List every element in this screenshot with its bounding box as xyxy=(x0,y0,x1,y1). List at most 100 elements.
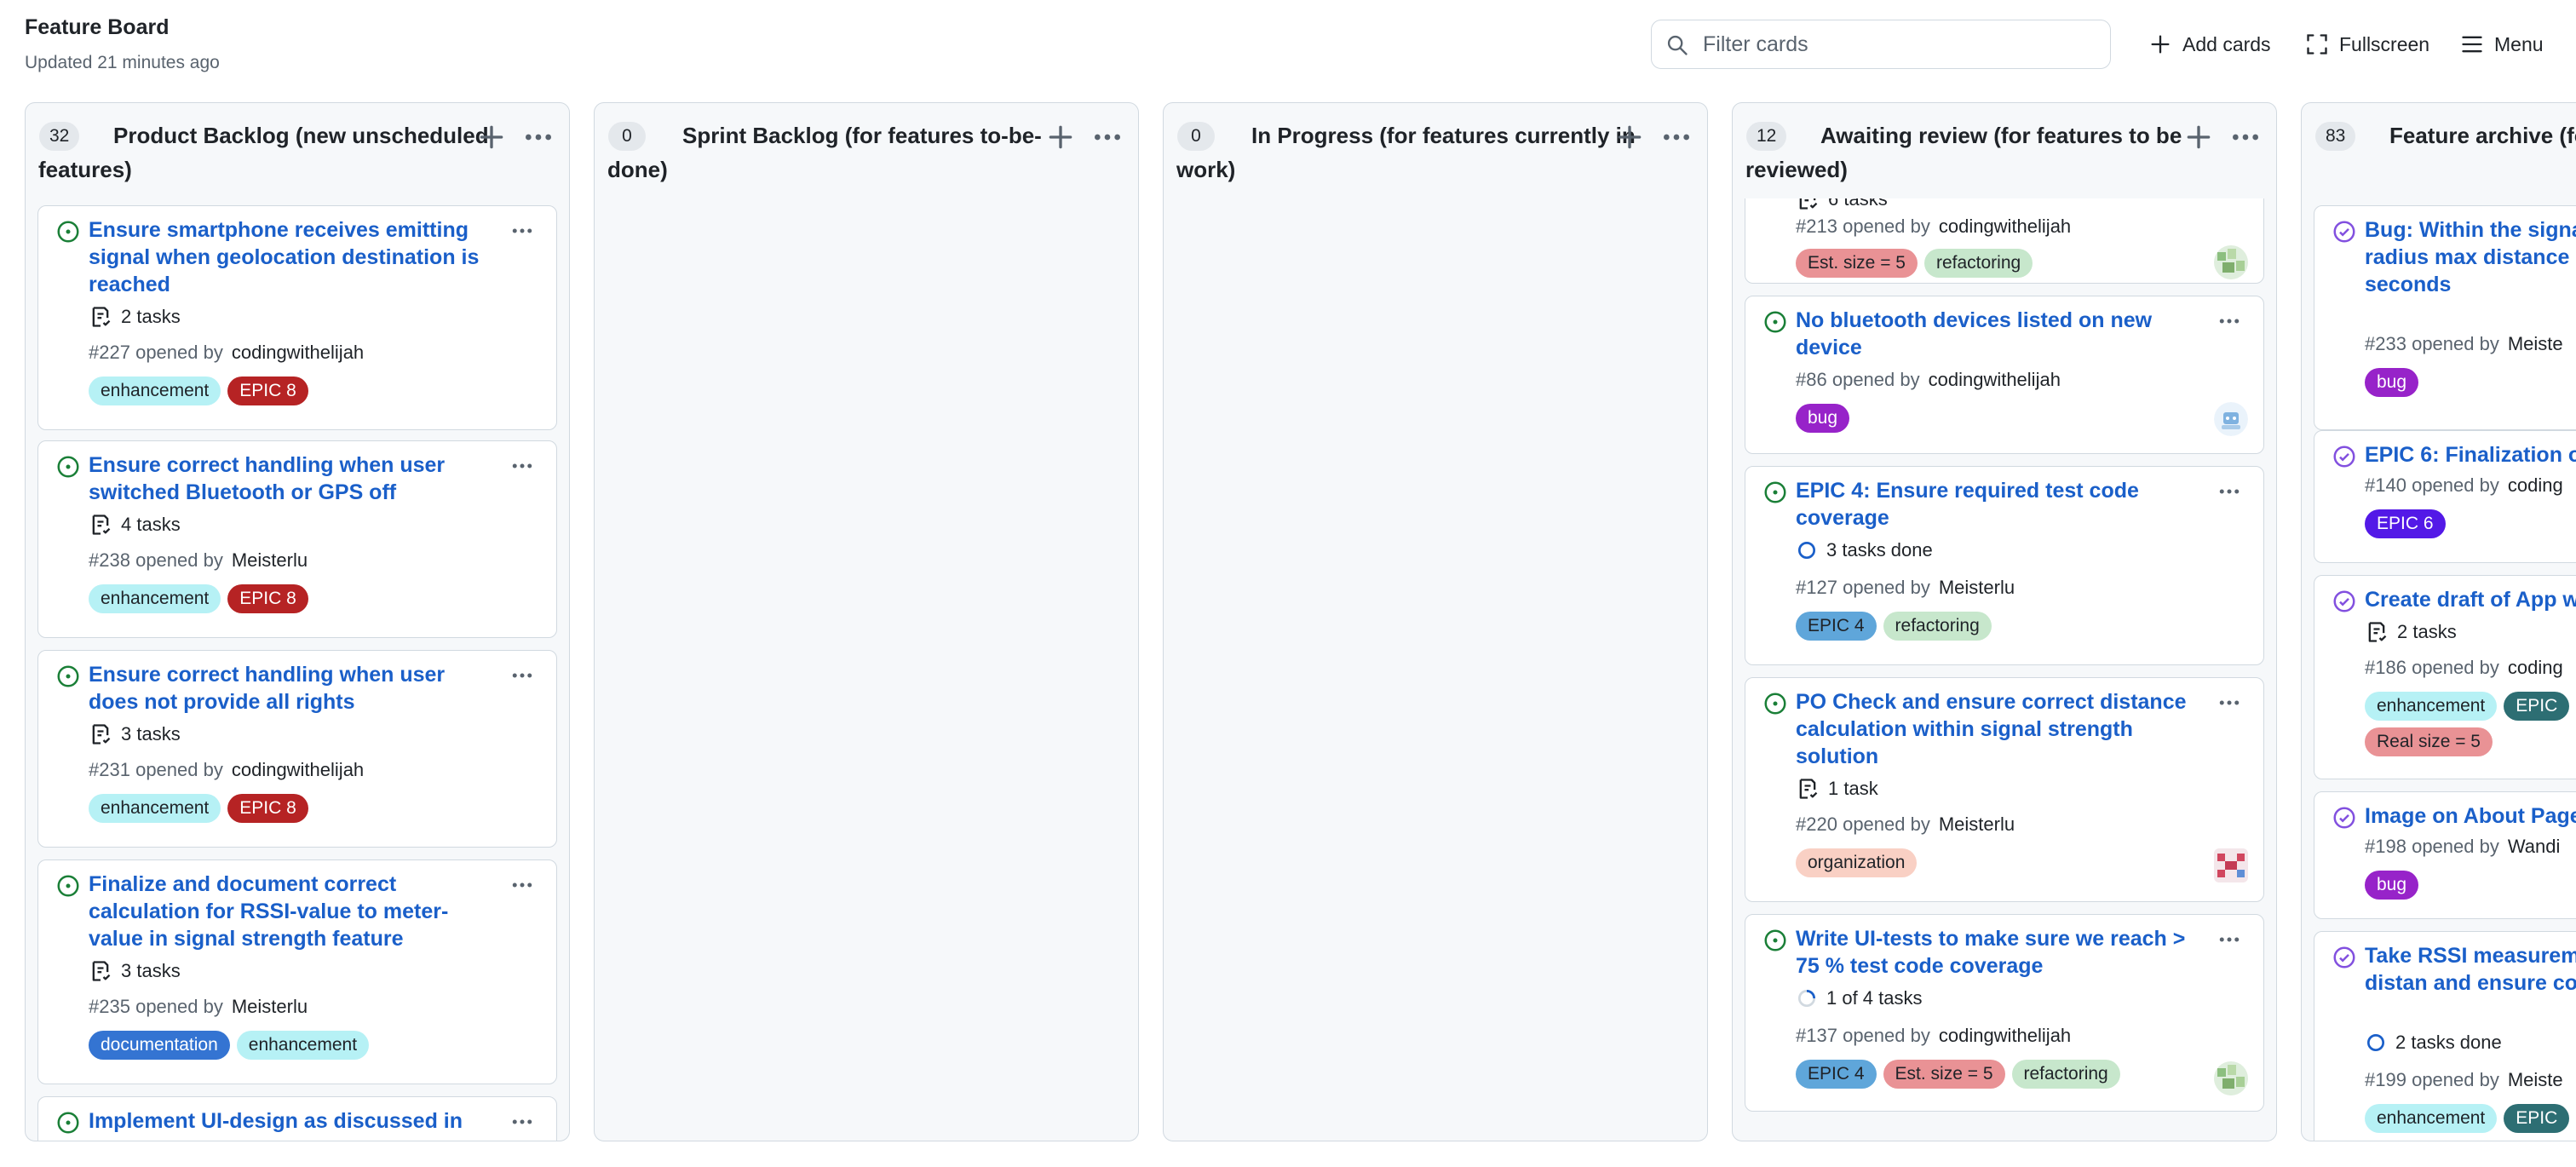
label-enhancement[interactable]: enhancement xyxy=(2365,692,2498,721)
issue-title-link[interactable]: Take RSSI measurem for calculating dista… xyxy=(2365,942,2576,997)
issue-number: #199 xyxy=(2365,1069,2406,1090)
issue-title-link[interactable]: Implement UI-design as discussed in xyxy=(89,1107,497,1135)
issue-title-link[interactable]: Ensure smartphone receives emitting sign… xyxy=(89,216,497,298)
column-add-icon[interactable] xyxy=(2182,120,2216,154)
column-sprint-backlog: 0 Sprint Backlog (for features to-be-don… xyxy=(594,102,1139,1141)
filter-cards-field[interactable] xyxy=(1651,20,2111,69)
label-epic-8[interactable]: EPIC 8 xyxy=(227,584,308,613)
issue-card[interactable]: EPIC 4: Ensure required test code covera… xyxy=(1745,466,2264,665)
issue-card[interactable]: PO Check and ensure correct distance cal… xyxy=(1745,677,2264,902)
column-add-icon[interactable] xyxy=(474,120,509,154)
issue-title-link[interactable]: Bug: Within the signal feature, circle r… xyxy=(2365,216,2576,298)
column-in-progress: 0 In Progress (for features currently in… xyxy=(1163,102,1708,1141)
column-card-list: Bug: Within the signal feature, circle r… xyxy=(2302,198,2576,1141)
label-refactoring[interactable]: refactoring xyxy=(1883,612,1992,641)
label-enhancement[interactable]: enhancement xyxy=(2365,1104,2498,1133)
issue-card[interactable]: Ensure smartphone receives emitting sign… xyxy=(37,205,557,430)
issue-title-link[interactable]: Ensure correct handling when user switch… xyxy=(89,451,497,506)
card-more-options-icon[interactable] xyxy=(2212,690,2246,716)
card-more-options-icon[interactable] xyxy=(2212,927,2246,952)
issue-meta: #137 opened by codingwithelijah xyxy=(1796,1022,2071,1049)
column-more-options-icon[interactable] xyxy=(1658,120,1695,154)
column-card-list xyxy=(1164,198,1707,1141)
label-epic-8[interactable]: EPIC 8 xyxy=(227,377,308,405)
assignee-avatar[interactable] xyxy=(2214,245,2248,279)
issue-card[interactable]: Take RSSI measurem for calculating dista… xyxy=(2314,931,2576,1141)
avatar-identicon xyxy=(2214,245,2248,279)
issue-card[interactable]: Write UI-tests to make sure we reach > 7… xyxy=(1745,914,2264,1112)
label-est-size-5[interactable]: Est. size = 5 xyxy=(1796,249,1918,278)
column-more-options-icon[interactable] xyxy=(1089,120,1126,154)
fullscreen-button[interactable]: Fullscreen xyxy=(2305,26,2429,63)
issue-title-link[interactable]: Image on About Page xyxy=(2365,802,2576,830)
label-bug[interactable]: bug xyxy=(2365,871,2419,900)
card-more-options-icon[interactable] xyxy=(505,218,539,244)
issue-title-link[interactable]: EPIC 6: Finalization o xyxy=(2365,441,2576,469)
card-more-options-icon[interactable] xyxy=(2212,308,2246,334)
menu-button[interactable]: Menu xyxy=(2460,26,2544,63)
label-epic[interactable]: EPIC xyxy=(2504,692,2570,721)
issue-card[interactable]: Create draft of App w 2 tasks #186 opene… xyxy=(2314,575,2576,779)
label-epic-4[interactable]: EPIC 4 xyxy=(1796,1060,1877,1089)
opened-by-text: opened by xyxy=(1843,577,1930,598)
issue-card[interactable]: Ensure correct handling when user switch… xyxy=(37,440,557,638)
card-more-options-icon[interactable] xyxy=(2212,479,2246,504)
issue-title-link[interactable]: PO Check and ensure correct distance cal… xyxy=(1796,688,2205,770)
label-enhancement[interactable]: enhancement xyxy=(89,377,221,405)
label-list: enhancement EPIC 8 xyxy=(89,584,308,613)
issue-closed-icon xyxy=(2333,221,2355,243)
issue-number: #238 xyxy=(89,549,130,571)
issue-card[interactable]: Ensure correct handling when user does n… xyxy=(37,650,557,848)
issue-title-link[interactable]: EPIC 4: Ensure required test code covera… xyxy=(1796,477,2205,532)
label-epic-4[interactable]: EPIC 4 xyxy=(1796,612,1877,641)
issue-title-link[interactable]: Write UI-tests to make sure we reach > 7… xyxy=(1796,925,2205,980)
opened-by-text: opened by xyxy=(1843,216,1930,237)
label-documentation[interactable]: documentation xyxy=(89,1031,230,1060)
issue-card[interactable]: Finalize and document correct calculatio… xyxy=(37,859,557,1084)
column-more-options-icon[interactable] xyxy=(2227,120,2264,154)
card-more-options-icon[interactable] xyxy=(505,453,539,479)
label-epic[interactable]: EPIC xyxy=(2504,1104,2570,1133)
assignee-avatar[interactable] xyxy=(2214,402,2248,436)
filter-cards-input[interactable] xyxy=(1703,20,2095,68)
label-bug[interactable]: bug xyxy=(2365,368,2419,397)
column-add-icon[interactable] xyxy=(1044,120,1078,154)
issue-number: #220 xyxy=(1796,813,1837,835)
column-title: Awaiting review (for features to be revi… xyxy=(1745,123,2182,182)
label-enhancement[interactable]: enhancement xyxy=(236,1031,370,1060)
issue-card[interactable]: Implement UI-design as discussed in xyxy=(37,1096,557,1141)
label-est-size-5[interactable]: Est. size = 5 xyxy=(1883,1060,2005,1089)
label-enhancement[interactable]: enhancement xyxy=(89,794,221,823)
card-more-options-icon[interactable] xyxy=(505,1109,539,1135)
label-organization[interactable]: organization xyxy=(1796,848,1918,877)
opened-by-text: opened by xyxy=(1831,369,1920,390)
issue-card[interactable]: Image on About Page #198 opened by Wandi… xyxy=(2314,791,2576,919)
issue-card[interactable]: EPIC 6: Finalization o #140 opened by co… xyxy=(2314,430,2576,563)
assignee-avatar[interactable] xyxy=(2214,848,2248,882)
assignee-avatar[interactable] xyxy=(2214,1061,2248,1095)
label-refactoring[interactable]: refactoring xyxy=(1923,249,2033,278)
issue-title-link[interactable]: Ensure correct handling when user does n… xyxy=(89,661,497,716)
label-real-size-5[interactable]: Real size = 5 xyxy=(2365,727,2493,756)
issue-title-link[interactable]: Finalize and document correct calculatio… xyxy=(89,871,497,952)
column-header: 32 Product Backlog (new unscheduled feat… xyxy=(26,103,569,198)
issue-card[interactable]: Bug: Within the signal feature, circle r… xyxy=(2314,205,2576,430)
issue-title-link[interactable]: Create draft of App w xyxy=(2365,586,2576,613)
add-cards-button[interactable]: Add cards xyxy=(2148,26,2271,63)
label-list: enhancement EPIC xyxy=(2365,692,2570,721)
column-add-icon[interactable] xyxy=(1613,120,1647,154)
card-more-options-icon[interactable] xyxy=(505,872,539,898)
label-refactoring[interactable]: refactoring xyxy=(2011,1060,2120,1089)
task-progress: 2 tasks done xyxy=(2365,1029,2502,1056)
label-bug[interactable]: bug xyxy=(1796,404,1850,433)
column-more-options-icon[interactable] xyxy=(520,120,557,154)
card-more-options-icon[interactable] xyxy=(505,663,539,688)
issue-open-icon xyxy=(1764,311,1786,333)
task-progress: 1 of 4 tasks xyxy=(1796,985,1923,1012)
issue-card[interactable]: 6 tasks #213 opened by codingwithelijah … xyxy=(1745,198,2264,284)
issue-title-link[interactable]: No bluetooth devices listed on new devic… xyxy=(1796,307,2205,361)
issue-card[interactable]: No bluetooth devices listed on new devic… xyxy=(1745,296,2264,454)
label-epic-6[interactable]: EPIC 6 xyxy=(2365,509,2446,538)
label-enhancement[interactable]: enhancement xyxy=(89,584,221,613)
label-epic-8[interactable]: EPIC 8 xyxy=(227,794,308,823)
